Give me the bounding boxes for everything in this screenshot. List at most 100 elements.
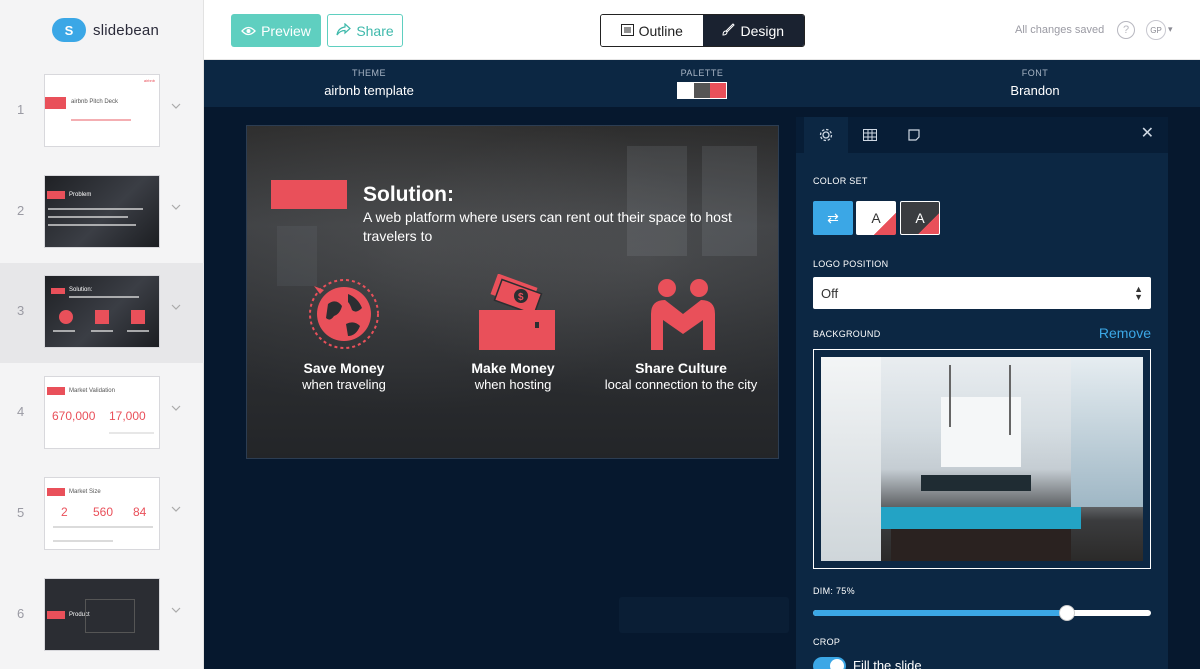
chevron-down-icon[interactable]: [171, 98, 181, 109]
color-set-label: COLOR SET: [813, 176, 868, 186]
thumb-stat: 2: [61, 505, 68, 519]
feature-save-money[interactable]: Save Money when traveling: [259, 274, 429, 392]
chevron-down-icon[interactable]: [171, 602, 181, 613]
color-set-light[interactable]: A: [856, 201, 896, 235]
slide-item-2[interactable]: 2 Problem: [0, 163, 204, 263]
background-image: [821, 357, 1143, 561]
select-arrows-icon: ▲ ▼: [1134, 284, 1143, 302]
logo-position-select[interactable]: Off ▲ ▼: [813, 277, 1151, 309]
panel-tabs: ✕: [796, 117, 1168, 153]
slide-thumbnail[interactable]: Solution:: [44, 275, 160, 348]
chevron-down-icon[interactable]: [171, 299, 181, 310]
slide-number: 4: [17, 404, 25, 419]
chevron-down-icon[interactable]: [171, 501, 181, 512]
save-status: All changes saved: [1015, 24, 1105, 36]
thumb-title: Solution:: [69, 287, 93, 293]
close-icon[interactable]: ✕: [1141, 123, 1154, 143]
slide-item-4[interactable]: 4 Market Validation 670,000 17,000: [0, 364, 204, 464]
design-label: Design: [740, 22, 785, 39]
outline-icon: [620, 23, 634, 39]
background-image-picker[interactable]: [813, 349, 1151, 569]
thumb-stat: 560: [93, 505, 114, 519]
eye-icon: [241, 23, 256, 39]
question-icon[interactable]: ?: [1117, 21, 1135, 39]
share-icon: [336, 22, 352, 39]
slide-title[interactable]: Solution:: [363, 183, 454, 207]
design-panel: ✕ COLOR SET ⇄ A A LOGO POSITION Off ▲ ▼ B…: [796, 117, 1168, 669]
chevron-down-icon[interactable]: [171, 400, 181, 411]
view-toggle: Outline Design: [600, 14, 805, 47]
slide-number: 5: [17, 505, 25, 520]
theme-label: THEME: [352, 68, 386, 78]
top-toolbar: Preview Share Outline Design All changes: [204, 0, 1200, 60]
dim-slider-handle[interactable]: [1058, 605, 1075, 621]
preview-button[interactable]: Preview: [231, 14, 321, 47]
slide-number: 6: [17, 606, 25, 621]
slide-item-1[interactable]: 1 airbnb Pitch Deck airbnb: [0, 62, 204, 162]
crop-label: CROP: [813, 637, 841, 647]
globe-icon: [306, 274, 382, 350]
slide-thumbnail[interactable]: Market Size 2 560 84: [44, 477, 160, 550]
dim-label: DIM: 75%: [813, 586, 855, 596]
logo-position-label: LOGO POSITION: [813, 259, 889, 269]
feature-share-culture[interactable]: Share Culture local connection to the ci…: [596, 274, 766, 392]
palette-selector[interactable]: PALETTE: [617, 68, 787, 99]
chevron-down-icon[interactable]: ▾: [1168, 24, 1173, 35]
font-label: FONT: [1021, 68, 1049, 78]
slide-number: 3: [17, 303, 25, 318]
thumb-title: Market Validation: [69, 388, 115, 394]
thumb-stat: 84: [133, 505, 147, 519]
feature-title: Save Money: [303, 360, 385, 376]
feature-subtitle: when hosting: [474, 377, 552, 392]
avatar[interactable]: GP: [1146, 20, 1166, 40]
slide-thumbnail[interactable]: Product: [44, 578, 160, 651]
brand[interactable]: S slidebean: [0, 0, 204, 60]
slide-thumbnail[interactable]: Market Validation 670,000 17,000: [44, 376, 160, 449]
thumb-title: airbnb Pitch Deck: [71, 99, 119, 105]
fill-slide-toggle[interactable]: [813, 657, 846, 669]
outline-label: Outline: [638, 22, 683, 39]
chevron-down-icon[interactable]: [171, 199, 181, 210]
remove-background-link[interactable]: Remove: [1099, 325, 1151, 341]
slide-preview[interactable]: Solution: A web platform where users can…: [246, 125, 779, 459]
wallet-money-icon: $: [475, 273, 555, 350]
share-button[interactable]: Share: [327, 14, 403, 47]
settings-icon[interactable]: [804, 117, 848, 153]
font-selector[interactable]: FONT Brandon: [950, 68, 1120, 98]
accent-bar: [271, 180, 347, 209]
note-icon[interactable]: [892, 117, 936, 153]
slide-number: 1: [17, 102, 25, 117]
thumb-title: Problem: [69, 192, 92, 198]
tab-outline[interactable]: Outline: [601, 15, 703, 46]
brush-icon: [722, 22, 736, 39]
slide-item-6[interactable]: 6 Product: [0, 566, 204, 666]
handshake-icon: [643, 274, 719, 350]
grid-icon[interactable]: [848, 117, 892, 153]
slide-item-3[interactable]: 3 Solution:: [0, 263, 204, 363]
color-set-swap[interactable]: ⇄: [813, 201, 853, 235]
slide-thumbnail[interactable]: airbnb Pitch Deck airbnb: [44, 74, 160, 147]
preview-label: Preview: [261, 22, 311, 39]
dim-slider[interactable]: [813, 605, 1151, 621]
thumb-stat: 670,000: [52, 409, 96, 423]
color-set-dark[interactable]: A: [900, 201, 940, 235]
feature-subtitle: local connection to the city: [604, 377, 758, 392]
feature-title: Share Culture: [635, 360, 727, 376]
theme-value: airbnb template: [324, 83, 414, 98]
slide-item-5[interactable]: 5 Market Size 2 560 84: [0, 465, 204, 565]
design-bar: THEME airbnb template PALETTE FONT Brand…: [204, 60, 1200, 107]
slide-thumbnail[interactable]: Problem: [44, 175, 160, 248]
slides-sidebar: S slidebean 1 airbnb Pitch Deck airbnb 2…: [0, 0, 204, 669]
palette-swatch: [677, 82, 727, 99]
theme-selector[interactable]: THEME airbnb template: [284, 68, 454, 98]
tab-design[interactable]: Design: [702, 15, 804, 46]
palette-label: PALETTE: [680, 68, 724, 78]
background-label: BACKGROUND: [813, 329, 881, 339]
slide-subtitle[interactable]: A web platform where users can rent out …: [363, 208, 733, 246]
dim-slider-fill: [813, 610, 1067, 616]
feature-title: Make Money: [471, 360, 555, 376]
logo-icon: S: [52, 18, 86, 42]
feature-make-money[interactable]: $ Make Money when hosting: [428, 273, 598, 392]
logo-position-value: Off: [821, 285, 839, 301]
slide-number: 2: [17, 203, 25, 218]
